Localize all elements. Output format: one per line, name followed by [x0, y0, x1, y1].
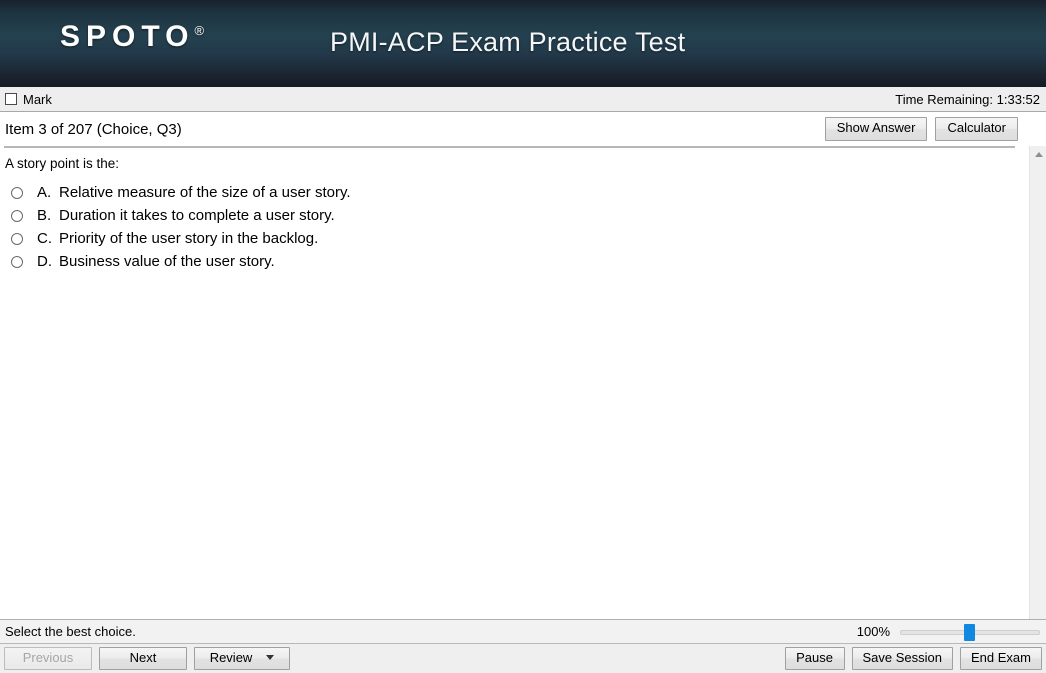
radio-c[interactable]	[11, 232, 23, 245]
choice-text-a: Relative measure of the size of a user s…	[59, 184, 351, 201]
navigation-right-group: Pause Save Session End Exam	[784, 646, 1042, 671]
radio-b[interactable]	[11, 209, 23, 222]
review-button-label: Review	[209, 649, 253, 665]
status-bar: Select the best choice. 100%	[0, 619, 1046, 644]
radio-d[interactable]	[11, 255, 23, 268]
choice-text-d: Business value of the user story.	[59, 253, 275, 270]
zoom-slider-thumb[interactable]	[964, 623, 975, 641]
navigation-left-group: Previous Next Review	[4, 646, 290, 671]
radio-a[interactable]	[11, 186, 23, 199]
show-answer-button[interactable]: Show Answer	[824, 117, 928, 141]
item-counter: Item 3 of 207 (Choice, Q3)	[5, 120, 182, 138]
previous-button[interactable]: Previous	[4, 646, 92, 671]
mark-checkbox-group[interactable]: Mark	[5, 92, 52, 107]
choice-option-b[interactable]: B. Duration it takes to complete a user …	[5, 204, 1016, 227]
exam-window: SPOTO® PMI-ACP Exam Practice Test Mark T…	[0, 0, 1046, 673]
registered-trademark-icon: ®	[194, 23, 205, 38]
time-remaining: Time Remaining: 1:33:52	[895, 91, 1040, 107]
instruction-text: Select the best choice.	[5, 624, 136, 639]
spoto-logo: SPOTO®	[60, 22, 204, 52]
chevron-down-icon	[266, 655, 275, 661]
spoto-logo-text: SPOTO	[60, 20, 195, 53]
choice-letter-d: D.	[37, 253, 52, 270]
navigation-bar: Previous Next Review Pause Save Session …	[0, 644, 1046, 673]
choice-text-c: Priority of the user story in the backlo…	[59, 230, 319, 247]
mark-bar: Mark Time Remaining: 1:33:52	[0, 87, 1046, 112]
calculator-button[interactable]: Calculator	[935, 117, 1018, 141]
choice-option-c[interactable]: C. Priority of the user story in the bac…	[5, 227, 1016, 250]
choice-letter-b: B.	[37, 207, 52, 224]
mark-label: Mark	[23, 91, 52, 107]
zoom-slider[interactable]	[900, 623, 1040, 641]
end-exam-button[interactable]: End Exam	[960, 646, 1042, 671]
scroll-up-arrow-icon[interactable]	[1030, 146, 1046, 163]
choice-letter-a: A.	[37, 184, 52, 201]
app-title: PMI-ACP Exam Practice Test	[330, 27, 686, 57]
review-button[interactable]: Review	[194, 646, 290, 671]
question-stem: A story point is the:	[5, 156, 120, 171]
mark-checkbox[interactable]	[5, 93, 17, 105]
choice-text-b: Duration it takes to complete a user sto…	[59, 207, 335, 224]
content-scrollbar[interactable]	[1029, 146, 1046, 619]
next-button[interactable]: Next	[99, 646, 187, 671]
choice-option-a[interactable]: A. Relative measure of the size of a use…	[5, 181, 1016, 204]
item-actions: Show Answer Calculator	[824, 117, 1018, 141]
choice-option-d[interactable]: D. Business value of the user story.	[5, 250, 1016, 273]
choice-letter-c: C.	[37, 230, 52, 247]
zoom-control-group: 100%	[856, 623, 1040, 641]
question-content-area: A story point is the: A. Relative measur…	[0, 146, 1046, 619]
content-separator	[4, 146, 1015, 148]
brand-header: SPOTO® PMI-ACP Exam Practice Test	[0, 0, 1046, 87]
zoom-percent-label: 100%	[856, 624, 890, 639]
question-block: A story point is the: A. Relative measur…	[5, 156, 1016, 273]
item-bar: Item 3 of 207 (Choice, Q3) Show Answer C…	[0, 112, 1046, 146]
pause-button[interactable]: Pause	[784, 646, 845, 671]
save-session-button[interactable]: Save Session	[851, 646, 954, 671]
